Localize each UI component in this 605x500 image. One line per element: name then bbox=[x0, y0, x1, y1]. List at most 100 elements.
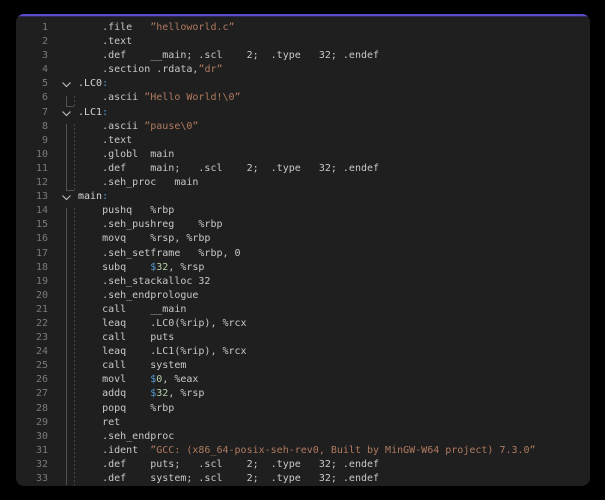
code-line[interactable]: 33 .def system; .scl 2; .type 32; .endef bbox=[16, 472, 590, 486]
code-text: subq $32, %rsp bbox=[48, 261, 204, 275]
code-line[interactable]: 7.LC1: bbox=[16, 106, 590, 120]
line-number: 26 bbox=[16, 373, 48, 387]
code-line[interactable]: 11 .def main; .scl 2; .type 32; .endef bbox=[16, 162, 590, 176]
code-text: .def puts; .scl 2; .type 32; .endef bbox=[48, 458, 379, 472]
line-number: 4 bbox=[16, 63, 48, 77]
code-line[interactable]: 23 call puts bbox=[16, 331, 590, 345]
code-token-plain: .def main; .scl 2; .type 32; .endef bbox=[78, 163, 379, 174]
code-token-plain: .section .rdata, bbox=[78, 64, 198, 75]
code-token-plain: .ascii bbox=[78, 92, 144, 103]
line-number: 1 bbox=[16, 21, 48, 35]
code-token-plain: .seh_pushreg %rbp bbox=[78, 219, 223, 230]
code-token-blue: : bbox=[102, 191, 108, 202]
code-line[interactable]: 3 .def __main; .scl 2; .type 32; .endef bbox=[16, 49, 590, 63]
fold-chevron-icon[interactable] bbox=[61, 109, 73, 117]
code-token-plain: .file bbox=[78, 22, 150, 33]
line-number: 30 bbox=[16, 430, 48, 444]
code-text: addq $32, %rsp bbox=[48, 387, 204, 401]
screen-background: 1 .file ”helloworld.c”2 .text3 .def __ma… bbox=[0, 0, 605, 500]
code-token-plain: .text bbox=[78, 135, 132, 146]
code-line[interactable]: 21 call __main bbox=[16, 303, 590, 317]
code-line[interactable]: 4 .section .rdata,”dr” bbox=[16, 63, 590, 77]
code-text: popq %rbp bbox=[48, 402, 174, 416]
line-number: 10 bbox=[16, 148, 48, 162]
code-token-string: ”Hello World!\0” bbox=[144, 92, 240, 103]
code-line[interactable]: 6 .ascii ”Hello World!\0” bbox=[16, 91, 590, 105]
code-token-plain: popq %rbp bbox=[78, 403, 174, 414]
code-text: .seh_proc main bbox=[48, 176, 198, 190]
code-text: .LC1: bbox=[48, 106, 108, 120]
line-number: 32 bbox=[16, 458, 48, 472]
code-text: .ascii ”pause\0” bbox=[48, 120, 198, 134]
code-text: .text bbox=[48, 35, 132, 49]
code-token-plain: .def __main; .scl 2; .type 32; .endef bbox=[78, 50, 379, 61]
code-token-plain: .def system; .scl 2; .type 32; .endef bbox=[78, 473, 379, 484]
code-token-blue: : bbox=[102, 78, 108, 89]
code-line[interactable]: 26 movl $0, %eax bbox=[16, 373, 590, 387]
code-token-plain: .ascii bbox=[78, 121, 144, 132]
code-token-plain: .seh_proc main bbox=[78, 177, 198, 188]
code-line[interactable]: 8 .ascii ”pause\0” bbox=[16, 120, 590, 134]
code-line[interactable]: 12 .seh_proc main bbox=[16, 176, 590, 190]
code-text: .ident ”GCC: (x86_64-posix-seh-rev0, Bui… bbox=[48, 444, 536, 458]
code-token-plain: movq %rsp, %rbp bbox=[78, 233, 210, 244]
code-token-plain: call __main bbox=[78, 304, 186, 315]
code-line[interactable]: 9 .text bbox=[16, 134, 590, 148]
code-editor[interactable]: 1 .file ”helloworld.c”2 .text3 .def __ma… bbox=[16, 17, 590, 486]
line-number: 25 bbox=[16, 359, 48, 373]
code-line[interactable]: 25 call system bbox=[16, 359, 590, 373]
code-line[interactable]: 32 .def puts; .scl 2; .type 32; .endef bbox=[16, 458, 590, 472]
code-token-plain: .globl main bbox=[78, 149, 174, 160]
line-number: 14 bbox=[16, 204, 48, 218]
fold-chevron-icon[interactable] bbox=[61, 193, 73, 201]
code-token-plain: ret bbox=[78, 417, 120, 428]
code-line[interactable]: 14 pushq %rbp bbox=[16, 204, 590, 218]
code-line[interactable]: 20 .seh_endprologue bbox=[16, 289, 590, 303]
code-text: movq %rsp, %rbp bbox=[48, 232, 210, 246]
line-number: 9 bbox=[16, 134, 48, 148]
code-line[interactable]: 2 .text bbox=[16, 35, 590, 49]
code-token-plain: .seh_stackalloc 32 bbox=[78, 276, 210, 287]
code-text: .def __main; .scl 2; .type 32; .endef bbox=[48, 49, 379, 63]
line-number: 12 bbox=[16, 176, 48, 190]
code-token-plain: , %rsp bbox=[168, 262, 204, 273]
editor-window: 1 .file ”helloworld.c”2 .text3 .def __ma… bbox=[16, 14, 590, 486]
code-token-plain: subq bbox=[78, 262, 150, 273]
code-line[interactable]: 1 .file ”helloworld.c” bbox=[16, 21, 590, 35]
code-line[interactable]: 24 leaq .LC1(%rip), %rcx bbox=[16, 345, 590, 359]
code-line[interactable]: 17 .seh_setframe %rbp, 0 bbox=[16, 247, 590, 261]
line-number: 7 bbox=[16, 106, 48, 120]
code-line[interactable]: 5.LC0: bbox=[16, 77, 590, 91]
code-line[interactable]: 19 .seh_stackalloc 32 bbox=[16, 275, 590, 289]
code-token-plain: , %rsp bbox=[168, 388, 204, 399]
code-token-plain: call puts bbox=[78, 332, 174, 343]
line-number: 24 bbox=[16, 345, 48, 359]
code-text: .file ”helloworld.c” bbox=[48, 21, 235, 35]
code-token-label: .LC1 bbox=[78, 107, 102, 118]
code-text: .def main; .scl 2; .type 32; .endef bbox=[48, 162, 379, 176]
line-number: 5 bbox=[16, 77, 48, 91]
fold-chevron-icon[interactable] bbox=[61, 80, 73, 88]
line-number: 13 bbox=[16, 190, 48, 204]
line-number: 22 bbox=[16, 317, 48, 331]
code-line[interactable]: 30 .seh_endproc bbox=[16, 430, 590, 444]
code-line[interactable]: 22 leaq .LC0(%rip), %rcx bbox=[16, 317, 590, 331]
code-token-blue: : bbox=[102, 107, 108, 118]
code-line[interactable]: 18 subq $32, %rsp bbox=[16, 261, 590, 275]
code-line[interactable]: 31 .ident ”GCC: (x86_64-posix-seh-rev0, … bbox=[16, 444, 590, 458]
line-number: 15 bbox=[16, 218, 48, 232]
code-line[interactable]: 16 movq %rsp, %rbp bbox=[16, 232, 590, 246]
code-token-plain: movl bbox=[78, 374, 150, 385]
code-line[interactable]: 10 .globl main bbox=[16, 148, 590, 162]
line-number: 6 bbox=[16, 91, 48, 105]
code-line[interactable]: 27 addq $32, %rsp bbox=[16, 387, 590, 401]
line-number: 11 bbox=[16, 162, 48, 176]
line-number: 8 bbox=[16, 120, 48, 134]
code-token-plain: .text bbox=[78, 36, 132, 47]
code-token-string: ”pause\0” bbox=[144, 121, 198, 132]
code-line[interactable]: 15 .seh_pushreg %rbp bbox=[16, 218, 590, 232]
code-line[interactable]: 13main: bbox=[16, 190, 590, 204]
code-line[interactable]: 29 ret bbox=[16, 416, 590, 430]
code-line[interactable]: 28 popq %rbp bbox=[16, 402, 590, 416]
code-text: .seh_endprologue bbox=[48, 289, 198, 303]
